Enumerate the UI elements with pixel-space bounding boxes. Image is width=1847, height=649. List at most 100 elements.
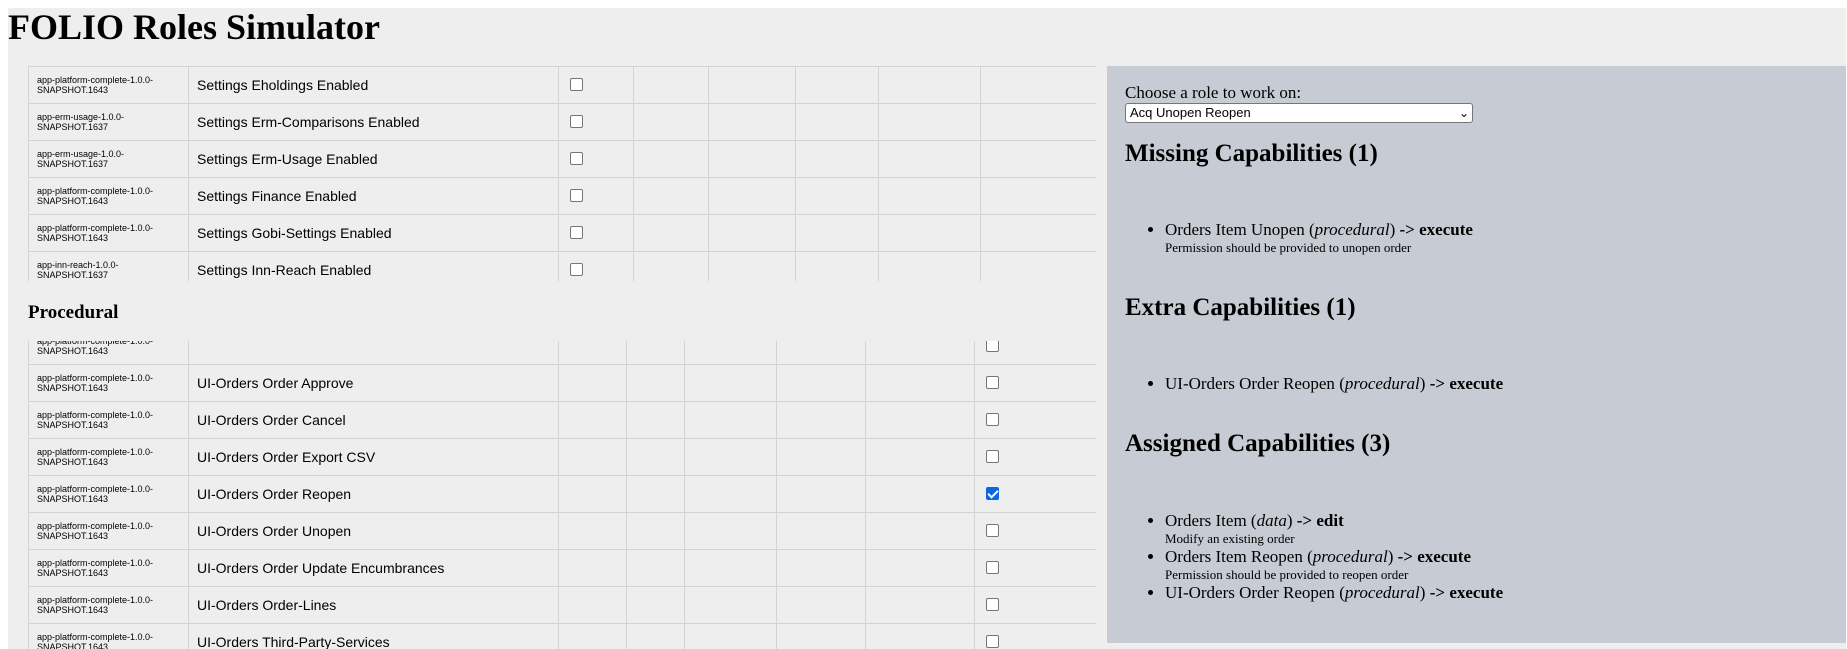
capability-name-cell: UI-Orders Order Update Encumbrances: [188, 549, 559, 587]
extra-capabilities-heading: Extra Capabilities (1): [1125, 294, 1356, 321]
action-cell: [626, 586, 685, 624]
action-cell: [684, 364, 777, 402]
role-select[interactable]: Acq Unopen Reopen ⌄: [1125, 103, 1473, 123]
settings-table-body: app-platform-complete-1.0.0-SNAPSHOT.164…: [28, 66, 1096, 281]
capability-checkbox[interactable]: [570, 152, 583, 166]
action-cell: [684, 623, 777, 649]
capability-action: execute: [1419, 220, 1473, 239]
action-cell: [865, 438, 975, 476]
role-select-value: Acq Unopen Reopen: [1130, 105, 1251, 120]
table-row: app-platform-complete-1.0.0-SNAPSHOT.164…: [28, 341, 1096, 365]
table-row: app-platform-complete-1.0.0-SNAPSHOT.164…: [28, 214, 1096, 252]
action-cell: [865, 401, 975, 439]
action-cell: [878, 66, 981, 104]
capability-name-cell: Settings Gobi-Settings Enabled: [188, 214, 559, 252]
action-cell: [878, 177, 981, 215]
capability-checkbox[interactable]: [570, 263, 583, 277]
action-cell: [795, 103, 879, 141]
capability-type: procedural: [1312, 547, 1388, 566]
action-cell: [776, 364, 866, 402]
action-cell: [795, 66, 879, 104]
action-cell: [633, 251, 709, 281]
action-cell: [558, 251, 634, 281]
table-row: app-platform-complete-1.0.0-SNAPSHOT.164…: [28, 177, 1096, 215]
app-cell: app-inn-reach-1.0.0-SNAPSHOT.1637: [28, 251, 189, 281]
capability-item: UI-Orders Order Reopen (procedural) -> e…: [1165, 374, 1503, 393]
table-row: app-platform-complete-1.0.0-SNAPSHOT.164…: [28, 623, 1096, 649]
capability-checkbox[interactable]: [570, 78, 583, 92]
capability-checkbox[interactable]: [986, 635, 999, 649]
capability-checkbox[interactable]: [986, 450, 999, 464]
action-cell: [558, 475, 627, 513]
action-cell: [776, 438, 866, 476]
procedural-table-viewport[interactable]: app-platform-complete-1.0.0-SNAPSHOT.164…: [28, 341, 1096, 649]
action-cell: [708, 251, 796, 281]
action-cell: [708, 103, 796, 141]
app-cell: app-platform-complete-1.0.0-SNAPSHOT.164…: [28, 438, 189, 476]
settings-capability-table: app-platform-complete-1.0.0-SNAPSHOT.164…: [28, 66, 1096, 281]
capability-checkbox[interactable]: [570, 189, 583, 203]
action-cell: [708, 66, 796, 104]
capability-item: Orders Item (data) -> editModify an exis…: [1165, 511, 1503, 547]
action-cell: [626, 512, 685, 550]
action-cell: [980, 214, 1096, 252]
capability-checkbox[interactable]: [986, 598, 999, 612]
app-cell: app-platform-complete-1.0.0-SNAPSHOT.164…: [28, 66, 189, 104]
action-cell: [974, 364, 1096, 402]
app-cell: app-platform-complete-1.0.0-SNAPSHOT.164…: [28, 586, 189, 624]
action-cell: [795, 251, 879, 281]
app-cell: app-platform-complete-1.0.0-SNAPSHOT.164…: [28, 512, 189, 550]
capability-arrow: ->: [1429, 583, 1446, 602]
capability-checkbox[interactable]: [570, 226, 583, 240]
capability-name-cell: Settings Inn-Reach Enabled: [188, 251, 559, 281]
capability-arrow: ->: [1397, 547, 1413, 566]
action-cell: [865, 475, 975, 513]
settings-table-viewport[interactable]: app-platform-complete-1.0.0-SNAPSHOT.164…: [28, 66, 1096, 281]
capability-action: edit: [1316, 511, 1344, 530]
action-cell: [795, 177, 879, 215]
table-row: app-erm-usage-1.0.0-SNAPSHOT.1637 Setting…: [28, 140, 1096, 178]
action-cell: [980, 177, 1096, 215]
action-cell: [633, 103, 709, 141]
action-cell: [626, 475, 685, 513]
action-cell: [626, 623, 685, 649]
app-cell: app-erm-usage-1.0.0-SNAPSHOT.1637: [28, 103, 189, 141]
action-cell: [980, 103, 1096, 141]
missing-capabilities-heading: Missing Capabilities (1): [1125, 140, 1378, 167]
action-cell: [708, 140, 796, 178]
capability-checkbox[interactable]: [986, 561, 999, 575]
action-cell: [558, 214, 634, 252]
action-cell: [865, 364, 975, 402]
action-cell: [878, 251, 981, 281]
action-cell: [974, 341, 1096, 365]
capability-arrow: ->: [1296, 511, 1313, 530]
capability-type: procedural: [1344, 374, 1420, 393]
capability-checkbox[interactable]: [986, 341, 999, 353]
action-cell: [878, 140, 981, 178]
capability-action: execute: [1449, 374, 1504, 393]
action-cell: [974, 549, 1096, 587]
action-cell: [974, 475, 1096, 513]
capability-name: Orders Item: [1165, 511, 1247, 530]
capability-checkbox[interactable]: [986, 524, 999, 538]
action-cell: [776, 341, 866, 365]
app-cell: app-platform-complete-1.0.0-SNAPSHOT.164…: [28, 549, 189, 587]
action-cell: [626, 438, 685, 476]
capability-name-cell: UI-Orders Order Export CSV: [188, 438, 559, 476]
capability-name: UI-Orders Order Reopen: [1165, 583, 1335, 602]
capability-checkbox[interactable]: [986, 487, 999, 501]
action-cell: [684, 341, 777, 365]
capability-name: Orders Item Unopen: [1165, 220, 1305, 239]
capability-name: UI-Orders Order Reopen: [1165, 374, 1335, 393]
action-cell: [558, 177, 634, 215]
capability-name-cell: UI-Orders Order Cancel: [188, 401, 559, 439]
action-cell: [776, 475, 866, 513]
capability-checkbox[interactable]: [986, 413, 999, 427]
role-panel: Choose a role to work on: Acq Unopen Reo…: [1107, 66, 1846, 643]
action-cell: [626, 401, 685, 439]
capability-checkbox[interactable]: [986, 376, 999, 390]
action-cell: [974, 438, 1096, 476]
capability-checkbox[interactable]: [570, 115, 583, 129]
capability-description: Permission should be provided to reopen …: [1165, 567, 1409, 582]
action-cell: [795, 140, 879, 178]
